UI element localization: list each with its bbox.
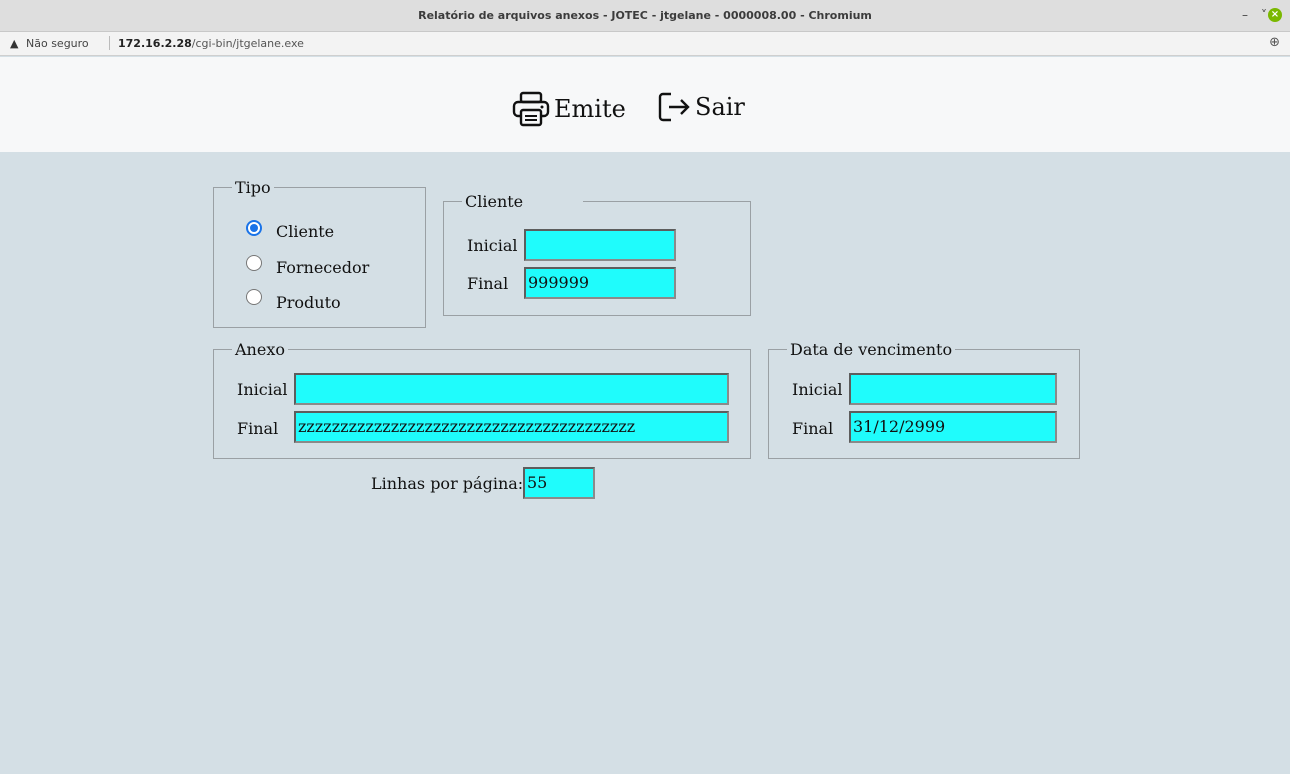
anexo-inicial-label: Inicial xyxy=(237,380,288,399)
cliente-inicial-input[interactable] xyxy=(524,229,676,261)
cliente-inicial-label: Inicial xyxy=(467,236,518,255)
radio-produto-label[interactable]: Produto xyxy=(276,293,341,312)
divider xyxy=(109,36,110,50)
sair-button[interactable]: Sair xyxy=(657,90,745,124)
minimize-button[interactable]: – xyxy=(1238,8,1252,22)
cliente-legend: Cliente xyxy=(465,192,524,211)
url-host: 172.16.2.28 xyxy=(118,37,192,50)
url-path: /cgi-bin/jtgelane.exe xyxy=(191,37,304,50)
window-title: Relatório de arquivos anexos - JOTEC - j… xyxy=(418,9,872,22)
vencimento-inicial-label: Inicial xyxy=(792,380,843,399)
radio-cliente[interactable] xyxy=(246,220,262,236)
close-button[interactable]: × xyxy=(1268,8,1282,22)
warning-icon[interactable]: ▲ xyxy=(10,37,18,50)
anexo-final-input[interactable]: zzzzzzzzzzzzzzzzzzzzzzzzzzzzzzzzzzzzzzzz xyxy=(294,411,729,443)
cliente-final-input[interactable]: 999999 xyxy=(524,267,676,299)
url-text[interactable]: 172.16.2.28/cgi-bin/jtgelane.exe xyxy=(118,37,304,50)
window-titlebar: Relatório de arquivos anexos - JOTEC - j… xyxy=(0,0,1290,32)
radio-produto[interactable] xyxy=(246,289,262,305)
tipo-legend: Tipo xyxy=(235,178,271,197)
vencimento-final-input[interactable]: 31/12/2999 xyxy=(849,411,1057,443)
printer-icon xyxy=(512,91,550,127)
security-status[interactable]: Não seguro xyxy=(26,37,89,50)
vencimento-final-label: Final xyxy=(792,419,834,438)
app-toolbar: Emite Sair xyxy=(0,57,1290,152)
exit-icon xyxy=(658,92,690,122)
cliente-final-label: Final xyxy=(467,274,509,293)
vencimento-inicial-input[interactable] xyxy=(849,373,1057,405)
anexo-inicial-input[interactable] xyxy=(294,373,729,405)
linhas-input[interactable]: 55 xyxy=(523,467,595,499)
radio-fornecedor[interactable] xyxy=(246,255,262,271)
emite-button[interactable]: Emite xyxy=(512,90,626,128)
vencimento-legend: Data de vencimento xyxy=(790,340,953,359)
anexo-final-label: Final xyxy=(237,419,279,438)
radio-cliente-label[interactable]: Cliente xyxy=(276,222,334,241)
emite-label: Emite xyxy=(554,95,626,123)
radio-fornecedor-label[interactable]: Fornecedor xyxy=(276,258,369,277)
sair-label: Sair xyxy=(695,93,745,121)
linhas-label: Linhas por página: xyxy=(371,474,524,493)
zoom-icon[interactable]: ⊕ xyxy=(1269,35,1280,50)
anexo-legend: Anexo xyxy=(235,340,285,359)
address-bar[interactable]: ▲ Não seguro 172.16.2.28/cgi-bin/jtgelan… xyxy=(0,32,1290,56)
